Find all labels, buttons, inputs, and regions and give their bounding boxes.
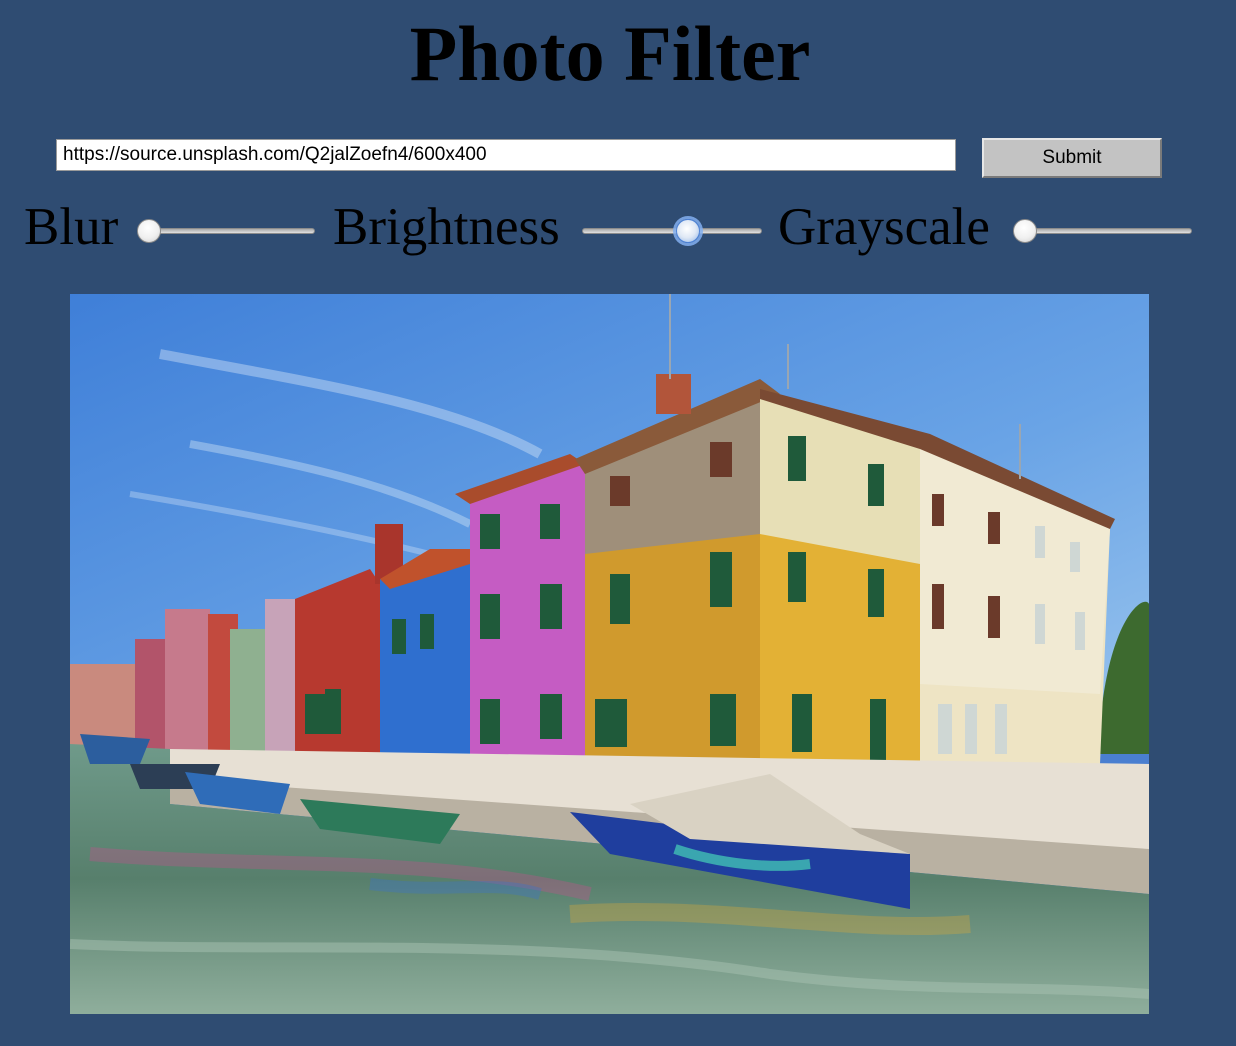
filtered-photo	[70, 294, 1149, 1014]
image-url-input[interactable]	[56, 139, 956, 171]
brightness-label: Brightness	[333, 198, 560, 256]
brightness-slider-thumb[interactable]	[675, 219, 700, 243]
blur-label: Blur	[24, 198, 119, 256]
blur-slider-track[interactable]	[137, 228, 315, 234]
grayscale-slider[interactable]	[1013, 217, 1192, 247]
brightness-slider-track[interactable]	[582, 228, 762, 234]
submit-button[interactable]: Submit	[982, 138, 1162, 178]
page-title: Photo Filter	[409, 10, 811, 97]
grayscale-label: Grayscale	[778, 198, 990, 256]
grayscale-slider-thumb[interactable]	[1013, 219, 1037, 243]
brightness-slider[interactable]	[582, 217, 762, 247]
blur-slider-thumb[interactable]	[137, 219, 161, 243]
grayscale-slider-track[interactable]	[1013, 228, 1192, 234]
photo-image	[70, 294, 1149, 1014]
blur-slider[interactable]	[137, 217, 315, 247]
